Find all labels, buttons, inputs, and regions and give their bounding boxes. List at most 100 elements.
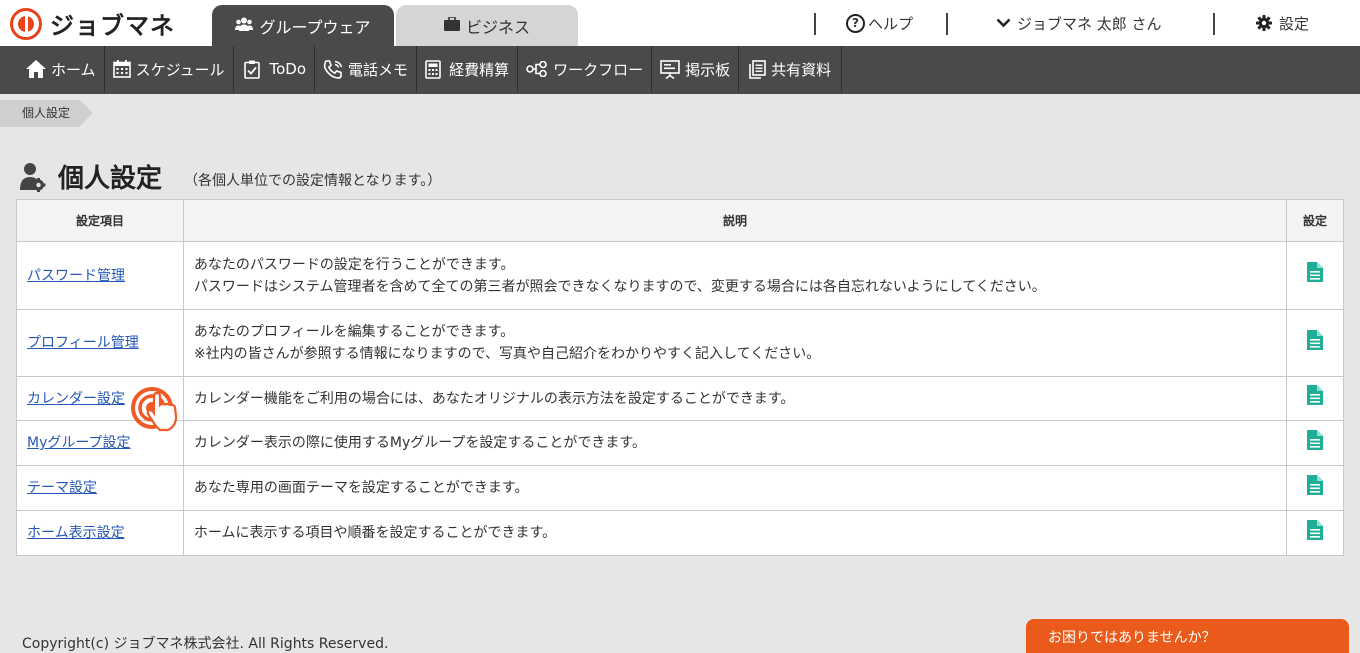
table-row: テーマ設定 あなた専用の画面テーマを設定することができます。	[16, 465, 1344, 511]
table-row: ホーム表示設定 ホームに表示する項目や順番を設定することができます。	[16, 510, 1344, 556]
support-chat-button[interactable]: お困りではありませんか？	[1026, 619, 1349, 653]
nav-item-workflow[interactable]: ワークフロー	[518, 46, 653, 92]
chevron-down-icon	[996, 18, 1011, 28]
briefcase-icon	[443, 15, 460, 35]
setting-description: あなたのパスワードの設定を行うことができます。 パスワードはシステム管理者を含め…	[182, 241, 1288, 310]
nav-item-schedule-label: スケジュール	[135, 60, 225, 79]
description-line: あなたのパスワードの設定を行うことができます。	[193, 256, 515, 273]
description-line: ※社内の皆さんが参照する情報になりますので、写真や自己紹介をわかりやすく記入して…	[193, 346, 821, 362]
home-icon	[26, 60, 46, 78]
description-line: あなた専用の画面テーマを設定することができます。	[193, 480, 529, 496]
theme-settings-link[interactable]: テーマ設定	[27, 480, 97, 496]
setting-description: ホームに表示する項目や順番を設定することができます。	[182, 510, 1288, 556]
header-divider	[814, 13, 816, 35]
edit-document-icon[interactable]	[1307, 262, 1323, 289]
workflow-icon	[526, 61, 548, 77]
logo-mark-icon	[10, 7, 42, 40]
phone-icon	[323, 59, 343, 79]
table-row: カレンダー設定 カレンダー機能をご利用の場合には、あなたオリジナルの表示方法を設…	[16, 376, 1344, 421]
setting-action-cell	[1286, 510, 1344, 556]
page-header: 個人設定 （各個人単位での設定情報となります。）	[20, 158, 441, 195]
help-label: ヘルプ	[868, 14, 914, 33]
nav-item-todo-label: ToDo	[269, 60, 307, 78]
help-link[interactable]: ? ヘルプ	[846, 0, 913, 46]
my-group-settings-link[interactable]: Myグループ設定	[27, 435, 131, 451]
description-line: パスワードはシステム管理者を含めて全ての第三者が照会できなくなりますので、変更す…	[193, 278, 1046, 295]
tab-groupware-label: グループウェア	[259, 17, 371, 37]
settings-table: 設定項目 説明 設定 パスワード管理 あなたのパスワードの設定を行うことができま…	[16, 199, 1344, 556]
table-row: パスワード管理 あなたのパスワードの設定を行うことができます。 パスワードはシス…	[16, 241, 1344, 310]
nav-item-expenses[interactable]: 経費精算	[417, 46, 519, 92]
description-line: あなたのプロフィールを編集することができます。	[193, 324, 515, 340]
documents-icon	[749, 59, 766, 79]
table-header-row: 設定項目 説明 設定	[16, 199, 1344, 242]
nav-item-home-label: ホーム	[51, 60, 96, 79]
edit-document-icon[interactable]	[1307, 329, 1323, 357]
breadcrumb-arrow	[80, 100, 94, 126]
board-icon	[660, 59, 680, 79]
description-line: カレンダー表示の際に使用するMyグループを設定することができます。	[193, 435, 647, 451]
header-divider	[946, 13, 948, 35]
page-subtitle: （各個人単位での設定情報となります。）	[184, 172, 442, 189]
tab-business[interactable]: ビジネス	[396, 5, 578, 46]
edit-document-icon[interactable]	[1307, 385, 1323, 412]
nav-item-board[interactable]: 掲示板	[652, 46, 740, 92]
calendar-settings-link[interactable]: カレンダー設定	[27, 391, 125, 407]
user-settings-icon	[20, 162, 46, 192]
breadcrumb: 個人設定	[0, 100, 94, 127]
nav-item-board-label: 掲示板	[685, 60, 731, 79]
edit-document-icon[interactable]	[1307, 429, 1323, 457]
nav-item-home[interactable]: ホーム	[0, 46, 105, 92]
setting-action-cell	[1286, 241, 1344, 310]
gear-icon	[1256, 15, 1272, 31]
setting-action-cell	[1286, 420, 1344, 466]
setting-action-cell	[1286, 465, 1344, 511]
calculator-icon	[425, 59, 441, 79]
setting-action-cell	[1286, 376, 1344, 421]
nav-item-shared-docs-label: 共有資料	[771, 60, 832, 79]
nav-item-phone-memo-label: 電話メモ	[348, 60, 409, 79]
click-pointer-icon	[130, 386, 192, 438]
help-icon: ?	[846, 13, 865, 33]
tab-business-label: ビジネス	[465, 17, 530, 37]
todo-icon	[243, 60, 260, 79]
nav-item-todo[interactable]: ToDo	[234, 46, 316, 92]
nav-item-expenses-label: 経費精算	[449, 60, 510, 79]
setting-description: あなた専用の画面テーマを設定することができます。	[182, 465, 1288, 511]
tab-groupware[interactable]: グループウェア	[212, 5, 394, 46]
main-nav: ホーム スケジュール ToDo 電話メモ 経費精算 ワークフロー 掲示板 共有資…	[0, 46, 1360, 94]
nav-item-schedule[interactable]: スケジュール	[105, 46, 234, 92]
nav-item-workflow-label: ワークフロー	[553, 60, 644, 79]
calendar-icon	[112, 60, 131, 78]
setting-description: カレンダー表示の際に使用するMyグループを設定することができます。	[182, 420, 1288, 466]
top-header: ジョブマネ グループウェア ビジネス ? ヘルプ ジョブマネ 太郎 さん 設定	[0, 0, 1360, 46]
logo-text: ジョブマネ	[50, 12, 175, 40]
page-title: 個人設定	[58, 164, 163, 194]
setting-name-cell: ホーム表示設定	[16, 510, 184, 556]
column-header-action: 設定	[1286, 199, 1344, 242]
settings-label: 設定	[1279, 14, 1310, 33]
setting-name-cell: プロフィール管理	[16, 309, 184, 377]
table-row: Myグループ設定 カレンダー表示の際に使用するMyグループを設定することができま…	[16, 420, 1344, 466]
copyright-text: Copyright(c) ジョブマネ株式会社. All Rights Reser…	[22, 636, 389, 652]
table-row: プロフィール管理 あなたのプロフィールを編集することができます。 ※社内の皆さん…	[16, 309, 1344, 377]
description-line: カレンダー機能をご利用の場合には、あなたオリジナルの表示方法を設定することができ…	[193, 390, 795, 407]
password-management-link[interactable]: パスワード管理	[27, 268, 125, 284]
home-display-settings-link[interactable]: ホーム表示設定	[27, 525, 125, 541]
setting-description: あなたのプロフィールを編集することができます。 ※社内の皆さんが参照する情報にな…	[182, 309, 1288, 377]
edit-document-icon[interactable]	[1307, 519, 1323, 547]
edit-document-icon[interactable]	[1307, 474, 1323, 502]
setting-name-cell: パスワード管理	[16, 241, 184, 310]
setting-description: カレンダー機能をご利用の場合には、あなたオリジナルの表示方法を設定することができ…	[182, 376, 1288, 421]
setting-action-cell	[1286, 309, 1344, 377]
column-header-description: 説明	[182, 199, 1288, 242]
breadcrumb-item: 個人設定	[0, 100, 81, 127]
user-menu[interactable]: ジョブマネ 太郎 さん	[996, 0, 1162, 46]
column-header-item: 設定項目	[16, 199, 184, 242]
profile-management-link[interactable]: プロフィール管理	[27, 335, 139, 351]
logo[interactable]: ジョブマネ	[10, 6, 175, 41]
description-line: ホームに表示する項目や順番を設定することができます。	[193, 525, 557, 541]
settings-link[interactable]: 設定	[1256, 0, 1309, 46]
nav-item-shared-docs[interactable]: 共有資料	[739, 46, 843, 92]
nav-item-phone-memo[interactable]: 電話メモ	[315, 46, 418, 92]
